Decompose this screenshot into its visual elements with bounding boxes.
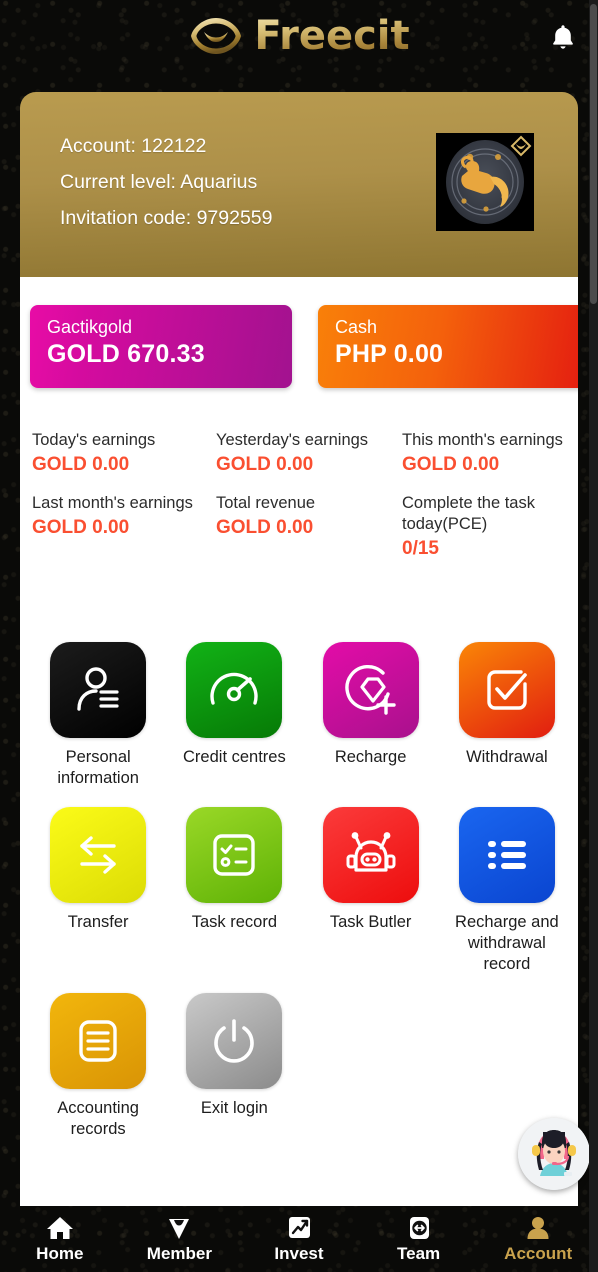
menu-tile-credit-centres[interactable]: Credit centres (166, 642, 302, 789)
page-scrollbar-thumb[interactable] (590, 4, 597, 304)
nav-item-label: Team (397, 1243, 441, 1263)
customer-service-button[interactable] (518, 1118, 590, 1190)
account-summary-card: Account: 122122 Current level: Aquarius … (20, 92, 578, 277)
menu-tile-label: Personal information (57, 748, 139, 787)
nav-item-account[interactable]: Account (478, 1215, 598, 1264)
checklist-icon (213, 834, 256, 876)
cash-label: Cash (335, 317, 378, 337)
team-arrows-icon (405, 1215, 433, 1241)
stat-complete-task-today: Complete the task today(PCE) 0/15 (402, 493, 568, 577)
diamond-icon (165, 1215, 193, 1241)
stat-label: Yesterday's earnings (216, 431, 369, 449)
stat-value: GOLD 0.00 (216, 454, 314, 475)
menu-tile-recharge-withdrawal-record[interactable]: Recharge and withdrawal record (439, 807, 575, 975)
account-menu-grid: Personal information Credit centres Rech… (30, 642, 575, 1140)
bottom-navigation: Home Member Invest Team Account (0, 1206, 598, 1272)
stat-label: Complete the task today(PCE) (402, 494, 535, 533)
menu-tile-label: Exit login (200, 1099, 268, 1117)
nav-item-label: Invest (274, 1243, 324, 1263)
menu-tile-withdrawal[interactable]: Withdrawal (439, 642, 575, 789)
menu-tile-label: Task Butler (329, 913, 412, 931)
diamond-plus-icon (344, 665, 396, 715)
stat-value: GOLD 0.00 (402, 454, 500, 475)
brand-name: Freecit (254, 13, 410, 59)
chart-up-icon (285, 1215, 313, 1241)
transfer-arrows-icon (80, 836, 116, 874)
menu-tile-label: Task record (191, 913, 278, 931)
invitation-code-text: Invitation code: 9792559 (60, 207, 273, 229)
stat-yesterday-earnings: Yesterday's earnings GOLD 0.00 (216, 430, 402, 493)
nav-item-invest[interactable]: Invest (239, 1215, 359, 1264)
balance-cards: Gactikgold GOLD 670.33 Cash PHP 0.00 (30, 305, 578, 388)
stat-value: GOLD 0.00 (32, 517, 130, 538)
nav-item-label: Account (504, 1243, 573, 1263)
account-id-text: Account: 122122 (60, 135, 207, 157)
nav-item-member[interactable]: Member (120, 1215, 240, 1264)
gactikgold-balance-card[interactable]: Gactikgold GOLD 670.33 (30, 305, 292, 388)
gactikgold-value: GOLD 670.33 (47, 340, 205, 368)
account-main-panel: Gactikgold GOLD 670.33 Cash PHP 0.00 Tod… (20, 277, 578, 1206)
person-icon (524, 1215, 552, 1241)
robot-icon (346, 832, 396, 872)
bell-icon (553, 25, 573, 49)
stat-value: 0/15 (402, 538, 439, 559)
stat-last-month-earnings: Last month's earnings GOLD 0.00 (32, 493, 216, 577)
stat-label: Today's earnings (32, 431, 156, 449)
freecit-leaf-logo-icon (191, 18, 242, 54)
menu-tile-exit-login[interactable]: Exit login (166, 993, 302, 1140)
person-info-icon (77, 667, 119, 711)
gactikgold-label: Gactikgold (47, 317, 133, 337)
document-lines-icon (79, 1020, 117, 1062)
account-details: Account: 122122 Current level: Aquarius … (60, 128, 273, 236)
stat-total-revenue: Total revenue GOLD 0.00 (216, 493, 402, 577)
home-icon (46, 1215, 74, 1241)
check-square-icon (487, 670, 527, 710)
cash-value: PHP 0.00 (335, 340, 444, 368)
speedometer-icon (210, 672, 259, 705)
stat-label: Last month's earnings (32, 494, 193, 512)
avatar[interactable] (436, 133, 534, 231)
menu-tile-task-record[interactable]: Task record (166, 807, 302, 975)
earnings-stats-grid: Today's earnings GOLD 0.00 Yesterday's e… (32, 430, 568, 577)
power-icon (214, 1019, 255, 1063)
menu-tile-label: Accounting records (57, 1099, 139, 1138)
menu-tile-accounting-records[interactable]: Accounting records (30, 993, 166, 1140)
customer-service-agent-icon (518, 1118, 590, 1190)
menu-tile-label: Transfer (67, 913, 129, 931)
stat-this-month-earnings: This month's earnings GOLD 0.00 (402, 430, 568, 493)
nav-item-label: Home (36, 1243, 84, 1263)
nav-item-team[interactable]: Team (359, 1215, 479, 1264)
menu-tile-recharge[interactable]: Recharge (303, 642, 439, 789)
menu-tile-label: Withdrawal (466, 748, 548, 766)
notification-bell-button[interactable] (546, 20, 580, 54)
brand-logo[interactable]: Freecit (188, 13, 410, 59)
menu-tile-personal-information[interactable]: Personal information (30, 642, 166, 789)
cash-balance-card[interactable]: Cash PHP 0.00 (318, 305, 578, 388)
menu-tile-task-butler[interactable]: Task Butler (303, 807, 439, 975)
list-lines-icon (487, 841, 526, 869)
menu-tile-label: Recharge (334, 748, 407, 766)
stat-label: Total revenue (216, 494, 316, 512)
stat-label: This month's earnings (402, 431, 563, 449)
stat-value: GOLD 0.00 (216, 517, 314, 538)
app-header: Freecit (0, 0, 598, 72)
current-level-text: Current level: Aquarius (60, 171, 258, 193)
stat-value: GOLD 0.00 (32, 454, 130, 475)
menu-tile-label: Recharge and withdrawal record (455, 913, 559, 973)
stat-today-earnings: Today's earnings GOLD 0.00 (32, 430, 216, 493)
menu-tile-label: Credit centres (183, 748, 286, 766)
badge-logo-icon (510, 135, 532, 157)
nav-item-home[interactable]: Home (0, 1215, 120, 1264)
nav-item-label: Member (146, 1243, 212, 1263)
menu-tile-transfer[interactable]: Transfer (30, 807, 166, 975)
